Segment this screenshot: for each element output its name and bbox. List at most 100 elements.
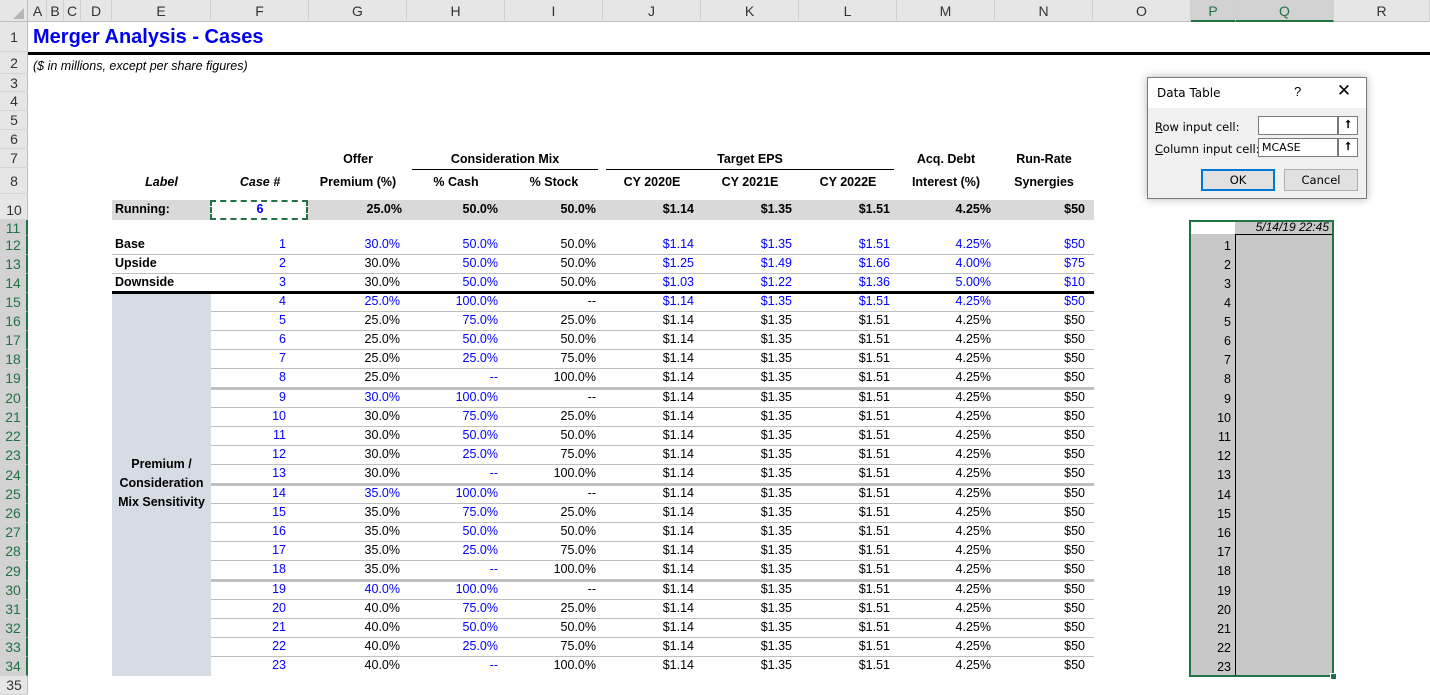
row-header-16[interactable]: 16 (0, 312, 28, 331)
row-header-14[interactable]: 14 (0, 274, 28, 293)
row-header-5[interactable]: 5 (0, 111, 28, 130)
row-header-32[interactable]: 32 (0, 619, 28, 638)
case-7-case: 7 (279, 351, 286, 365)
select-all-corner[interactable] (0, 0, 28, 22)
row-header-22[interactable]: 22 (0, 427, 28, 446)
row-header-25[interactable]: 25 (0, 485, 28, 504)
row-header-8[interactable]: 8 (0, 168, 28, 194)
header-cash: % Cash (433, 175, 479, 189)
row-header-6[interactable]: 6 (0, 130, 28, 149)
row-header-26[interactable]: 26 (0, 504, 28, 523)
row-header-10[interactable]: 10 (0, 200, 28, 220)
column-header-k[interactable]: K (701, 0, 799, 22)
column-header-e[interactable]: E (112, 0, 211, 22)
row-header-19[interactable]: 19 (0, 369, 28, 388)
case-17-synergies: $50 (1064, 543, 1085, 557)
cancel-button[interactable]: Cancel (1284, 169, 1358, 191)
row-header-30[interactable]: 30 (0, 581, 28, 600)
column-header-p[interactable]: P (1191, 0, 1236, 22)
column-header-c[interactable]: C (64, 0, 81, 22)
row-header-29[interactable]: 29 (0, 561, 28, 581)
row-input-collapse-icon[interactable]: ⭡ (1338, 116, 1358, 135)
row-header-24[interactable]: 24 (0, 465, 28, 485)
case-17-cash: 25.0% (462, 543, 498, 557)
row-header-34[interactable]: 34 (0, 657, 28, 676)
row-header-2[interactable]: 2 (0, 52, 28, 74)
case-3-debt: 5.00% (955, 275, 991, 289)
column-header-m[interactable]: M (897, 0, 995, 22)
case-3-eps2022: $1.36 (858, 275, 890, 289)
header-cy2020: CY 2020E (623, 175, 681, 189)
row-header-18[interactable]: 18 (0, 350, 28, 369)
column-input-cell-field[interactable]: MCASE (1258, 138, 1338, 157)
row-header-12[interactable]: 12 (0, 236, 28, 255)
case-14-eps2021: $1.35 (760, 486, 792, 500)
data-table-input-8: 8 (1224, 372, 1231, 386)
column-header-r[interactable]: R (1334, 0, 1430, 22)
case-20-eps2022: $1.51 (858, 601, 890, 615)
data-table-input-14: 14 (1217, 488, 1231, 502)
column-header-j[interactable]: J (603, 0, 701, 22)
running-case-value[interactable]: 6 (211, 202, 309, 216)
case-4-eps2020: $1.14 (662, 294, 694, 308)
help-icon[interactable]: ? (1294, 84, 1301, 99)
column-header-q[interactable]: Q (1236, 0, 1334, 22)
column-header-n[interactable]: N (995, 0, 1093, 22)
column-header-i[interactable]: I (505, 0, 603, 22)
row-header-27[interactable]: 27 (0, 523, 28, 542)
running-eps-2022: $1.51 (858, 202, 890, 216)
row-header-3[interactable]: 3 (0, 74, 28, 92)
case-5-case: 5 (279, 313, 286, 327)
case-21-synergies: $50 (1064, 620, 1085, 634)
case-6-eps2022: $1.51 (858, 332, 890, 346)
dialog-titlebar[interactable]: Data Table ? ✕ (1148, 78, 1366, 108)
header-case: Case # (239, 175, 281, 189)
row-header-17[interactable]: 17 (0, 331, 28, 350)
row-header-15[interactable]: 15 (0, 293, 28, 312)
data-table-selection[interactable]: 5/14/19 22:45 1 2 3 4 5 6 7 8 9 10 11 12 13 14 15 16 17 1… (1189, 220, 1337, 680)
column-input-collapse-icon[interactable]: ⭡ (1338, 138, 1358, 157)
close-icon[interactable]: ✕ (1334, 81, 1354, 101)
running-cash: 50.0% (462, 202, 498, 216)
column-header-b[interactable]: B (47, 0, 64, 22)
column-header-h[interactable]: H (407, 0, 505, 22)
running-stock: 50.0% (560, 202, 596, 216)
case-15-cash: 75.0% (462, 505, 498, 519)
case-6-case: 6 (279, 332, 286, 346)
sensitivity-label-line1: Premium / (131, 457, 192, 471)
case-6-stock: 50.0% (560, 332, 596, 346)
row-header-4[interactable]: 4 (0, 92, 28, 111)
row-header-20[interactable]: 20 (0, 388, 28, 408)
row-header-21[interactable]: 21 (0, 408, 28, 427)
case-20-premium: 40.0% (364, 601, 400, 615)
column-header-f[interactable]: F (211, 0, 309, 22)
row-header-28[interactable]: 28 (0, 542, 28, 561)
case-10-eps2021: $1.35 (760, 409, 792, 423)
column-header-a[interactable]: A (29, 0, 47, 22)
row-header-13[interactable]: 13 (0, 255, 28, 274)
row-input-cell-field[interactable] (1258, 116, 1338, 135)
row-header-1[interactable]: 1 (0, 22, 28, 52)
column-header-l[interactable]: L (799, 0, 897, 22)
case-16-eps2022: $1.51 (858, 524, 890, 538)
case-12-synergies: $50 (1064, 447, 1085, 461)
title-divider (28, 52, 1430, 55)
column-header-g[interactable]: G (309, 0, 407, 22)
column-input-label-text: olumn input cell: (1163, 142, 1260, 156)
column-header-d[interactable]: D (81, 0, 112, 22)
row-header-11[interactable]: 11 (0, 220, 28, 236)
ok-button[interactable]: OK (1201, 169, 1275, 191)
case-11-eps2022: $1.51 (858, 428, 890, 442)
row-header-23[interactable]: 23 (0, 446, 28, 465)
row-header-35[interactable]: 35 (0, 676, 28, 695)
row-header-7[interactable]: 7 (0, 149, 28, 168)
running-debt-interest: 4.25% (955, 202, 991, 216)
case-13-eps2020: $1.14 (662, 466, 694, 480)
column-header-o[interactable]: O (1093, 0, 1191, 22)
fill-handle[interactable] (1330, 673, 1337, 680)
row-header-31[interactable]: 31 (0, 600, 28, 619)
case-18-cash: -- (489, 562, 498, 576)
row-header-33[interactable]: 33 (0, 638, 28, 657)
row-separator (112, 254, 1094, 255)
header-cy2021: CY 2021E (721, 175, 779, 189)
